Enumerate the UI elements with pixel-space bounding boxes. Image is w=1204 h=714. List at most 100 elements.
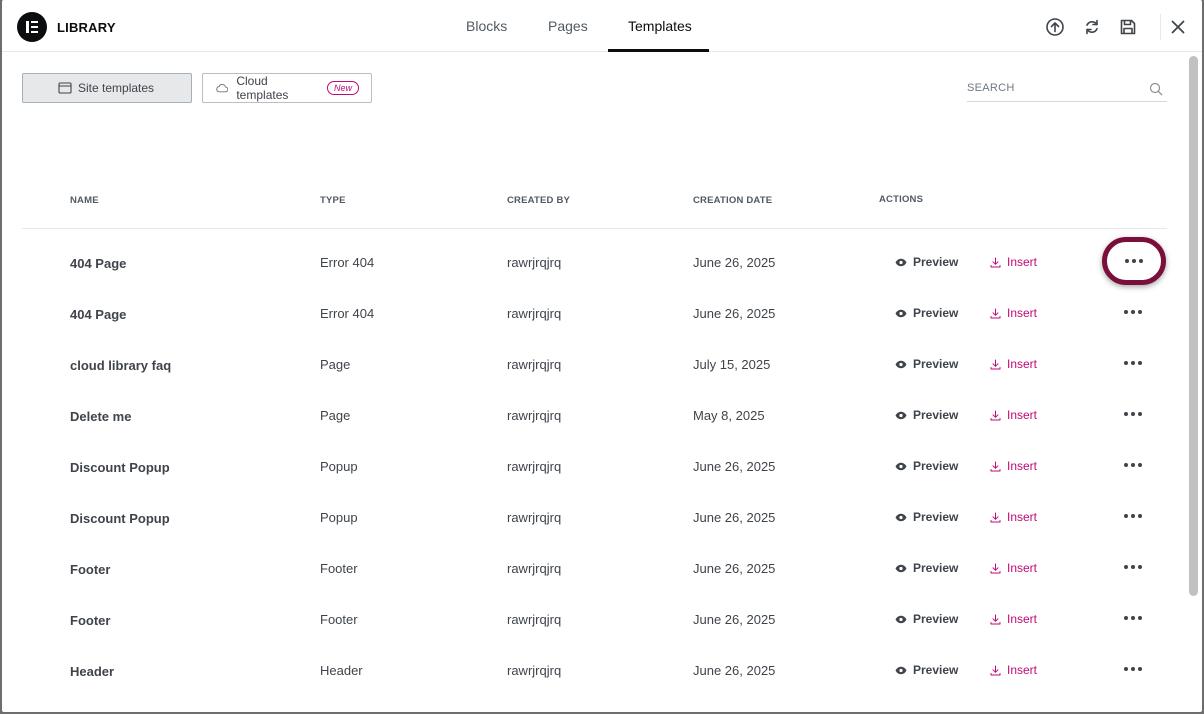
table-row: Delete me Page rawrjrqjrq May 8, 2025 Previe… [22, 389, 1167, 440]
insert-label: Insert [1007, 663, 1038, 677]
template-name[interactable]: Delete me [70, 409, 131, 424]
more-dots-icon [1125, 259, 1129, 263]
preview-label: Preview [913, 612, 959, 626]
more-dots-icon [1139, 259, 1143, 263]
preview-button[interactable]: Preview [895, 561, 958, 575]
window-icon [58, 82, 72, 94]
search-field[interactable] [967, 77, 1167, 102]
template-name[interactable]: Footer [70, 562, 110, 577]
template-name[interactable]: Header [70, 664, 114, 679]
template-name[interactable]: 404 Page [70, 307, 126, 322]
template-name[interactable]: Discount Popup [70, 511, 170, 526]
insert-button[interactable]: Insert [990, 408, 1037, 422]
download-icon [990, 512, 1001, 522]
template-type: Header [320, 663, 363, 678]
insert-button[interactable]: Insert [990, 255, 1037, 269]
download-icon [990, 614, 1001, 624]
insert-button[interactable]: Insert [990, 663, 1037, 677]
tab-pages[interactable]: Pages [548, 18, 588, 34]
site-templates-button[interactable]: Site templates [22, 73, 192, 103]
tab-blocks[interactable]: Blocks [466, 18, 507, 34]
template-type: Page [320, 357, 351, 372]
more-actions-button[interactable] [1118, 300, 1148, 324]
sync-icon[interactable] [1082, 17, 1102, 37]
preview-button[interactable]: Preview [895, 612, 958, 626]
insert-button[interactable]: Insert [990, 510, 1037, 524]
download-icon [990, 665, 1001, 675]
preview-button[interactable]: Preview [895, 510, 958, 524]
more-actions-button[interactable] [1118, 402, 1148, 426]
template-type: Popup [320, 459, 358, 474]
scrollbar[interactable] [1189, 56, 1198, 596]
eye-icon [895, 462, 907, 470]
template-type: Error 404 [320, 306, 375, 321]
table-row: 404 Page Error 404 rawrjrqjrq June 26, 2025… [22, 287, 1167, 338]
more-dots-icon [1138, 310, 1142, 314]
insert-button[interactable]: Insert [990, 612, 1037, 626]
more-dots-icon [1124, 412, 1128, 416]
more-actions-button[interactable] [1118, 606, 1148, 630]
template-created-by: rawrjrqjrq [507, 561, 562, 576]
template-created-by: rawrjrqjrq [507, 357, 562, 372]
preview-label: Preview [913, 255, 959, 269]
eye-icon [895, 258, 907, 266]
template-creation-date: June 26, 2025 [693, 663, 776, 678]
preview-button[interactable]: Preview [895, 255, 958, 269]
template-name[interactable]: 404 Page [70, 256, 126, 271]
insert-label: Insert [1007, 408, 1038, 422]
template-name[interactable]: Footer [70, 613, 110, 628]
download-icon [990, 410, 1001, 420]
more-dots-icon [1138, 361, 1142, 365]
eye-icon [895, 666, 907, 674]
tab-templates[interactable]: Templates [628, 18, 692, 34]
template-created-by: rawrjrqjrq [507, 612, 562, 627]
site-templates-label: Site templates [78, 81, 155, 95]
more-dots-icon [1124, 361, 1128, 365]
preview-button[interactable]: Preview [895, 663, 958, 677]
close-icon[interactable] [1168, 17, 1188, 37]
more-actions-button[interactable] [1118, 504, 1148, 528]
more-dots-icon [1138, 412, 1142, 416]
more-actions-button[interactable] [1118, 555, 1148, 579]
more-actions-button[interactable] [1118, 708, 1148, 712]
save-icon[interactable] [1118, 17, 1138, 37]
insert-button[interactable]: Insert [990, 561, 1037, 575]
cloud-icon [216, 83, 229, 93]
insert-button[interactable]: Insert [990, 459, 1037, 473]
more-dots-icon [1124, 514, 1128, 518]
more-actions-button[interactable] [1118, 657, 1148, 681]
table-row: HeaderHeaderrawrjrqjrqJune 26, 2025Previ… [22, 695, 1167, 712]
upload-icon[interactable] [1045, 17, 1065, 37]
preview-button[interactable]: Preview [895, 459, 958, 473]
insert-button[interactable]: Insert [990, 357, 1037, 371]
library-modal: LIBRARY Blocks Pages Templates Site temp… [2, 0, 1202, 712]
preview-button[interactable]: Preview [895, 408, 958, 422]
template-created-by: rawrjrqjrq [507, 306, 562, 321]
column-header-type: TYPE [320, 195, 346, 206]
template-name[interactable]: cloud library faq [70, 358, 171, 373]
preview-label: Preview [913, 408, 959, 422]
more-dots-icon [1124, 565, 1128, 569]
preview-button[interactable]: Preview [895, 306, 958, 320]
table-row: Header Header rawrjrqjrq June 26, 2025 Previ… [22, 644, 1167, 695]
template-name[interactable]: Discount Popup [70, 460, 170, 475]
eye-icon [895, 564, 907, 572]
preview-label: Preview [913, 459, 959, 473]
new-badge: New [326, 81, 359, 95]
download-icon [990, 257, 1001, 267]
download-icon [990, 308, 1001, 318]
cloud-templates-button[interactable]: Cloud templates New [202, 73, 372, 103]
more-dots-icon [1124, 667, 1128, 671]
eye-icon [895, 615, 907, 623]
download-icon [990, 563, 1001, 573]
more-actions-button[interactable] [1118, 351, 1148, 375]
preview-button[interactable]: Preview [895, 357, 958, 371]
template-created-by: rawrjrqjrq [507, 663, 562, 678]
more-actions-button[interactable] [1118, 453, 1148, 477]
table-row: 404 Page Error 404 rawrjrqjrq June 26, 2025… [22, 236, 1167, 287]
insert-button[interactable]: Insert [990, 306, 1037, 320]
insert-label: Insert [1007, 459, 1038, 473]
more-actions-button[interactable] [1102, 237, 1166, 285]
search-input[interactable] [967, 77, 1137, 99]
eye-icon [895, 411, 907, 419]
